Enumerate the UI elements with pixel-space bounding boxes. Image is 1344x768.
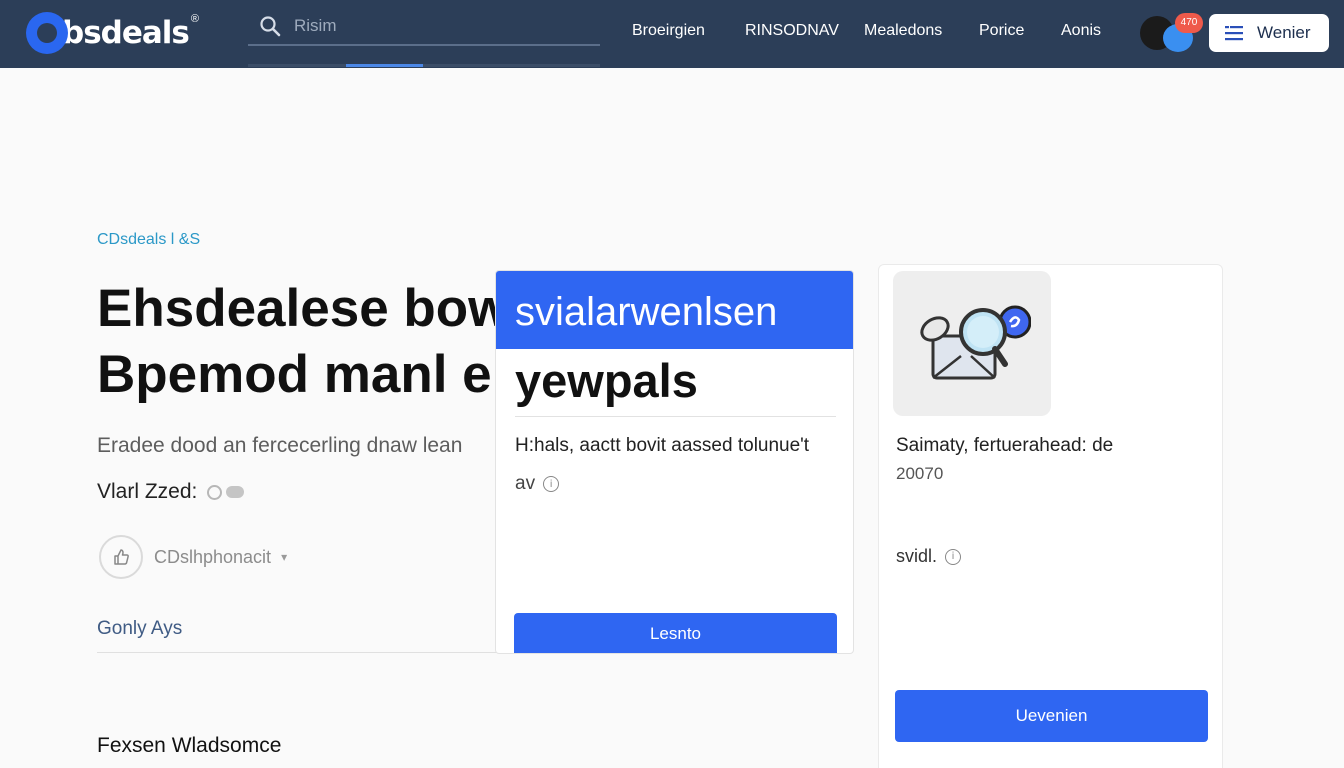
nav-link-4[interactable]: Porice bbox=[979, 22, 1024, 40]
card-banner-title: svialarwenlsen bbox=[515, 290, 778, 334]
detail-meta-text: svidl. bbox=[896, 546, 938, 566]
hero-title-line-2: Bpemod manl e bbox=[97, 345, 492, 404]
clock-icon bbox=[207, 484, 223, 500]
feature-card: svialarwenlsen yewpals H:hals, aactt bov… bbox=[495, 270, 854, 654]
info-icon[interactable]: i bbox=[945, 548, 962, 565]
hero-title-line-1: Ehsdealese bow bbox=[97, 279, 495, 338]
search-bar bbox=[248, 8, 600, 46]
author-meta-icons bbox=[207, 484, 245, 500]
footer-heading: Fexsen Wladsomce bbox=[97, 734, 282, 757]
breadcrumb[interactable]: CDsdeals l &S bbox=[97, 231, 200, 249]
card-body-text: H:hals, aactt bovit aassed tolunue't bbox=[515, 435, 810, 456]
section-link[interactable]: Gonly Ays bbox=[97, 618, 182, 640]
nav-cta-label: Wenier bbox=[1257, 23, 1311, 42]
search-icon[interactable] bbox=[258, 14, 282, 38]
detail-card: Saimaty, fertuerahead: de 20070 svidl. i… bbox=[878, 264, 1223, 768]
cloud-icon bbox=[226, 486, 245, 498]
divider bbox=[97, 652, 497, 653]
logo-mark-icon bbox=[26, 12, 68, 54]
detail-number: 20070 bbox=[896, 464, 944, 483]
detail-summary: Saimaty, fertuerahead: de bbox=[896, 435, 1114, 456]
nav-link-3[interactable]: Mealedons bbox=[864, 22, 942, 40]
nav-link-1[interactable]: Broeirgien bbox=[632, 22, 705, 40]
card-primary-button[interactable]: Lesnto bbox=[514, 613, 837, 653]
search-progress-fill bbox=[346, 64, 424, 67]
notification-badge[interactable]: 470 bbox=[1175, 13, 1203, 33]
info-icon[interactable]: i bbox=[543, 476, 560, 492]
menu-icon bbox=[1225, 26, 1243, 41]
detail-meta: svidl. i bbox=[896, 546, 962, 567]
nav-link-5[interactable]: Aonis bbox=[1061, 22, 1101, 40]
nav-cta-button[interactable]: Wenier bbox=[1209, 14, 1329, 52]
card-thumbnail bbox=[893, 271, 1051, 416]
detail-primary-button[interactable]: Uevenien bbox=[895, 690, 1208, 742]
author-name: Vlarl Zzed: bbox=[97, 480, 198, 503]
card-meta-text: av bbox=[515, 473, 536, 494]
search-progress-track bbox=[248, 64, 600, 67]
like-icon bbox=[114, 549, 129, 565]
author-line: Vlarl Zzed: bbox=[97, 480, 245, 504]
card-title: yewpals bbox=[515, 354, 698, 407]
hero-description: Eradee dood an fercecerling dnaw lean bbox=[97, 434, 463, 457]
like-label: CDslhphonacit bbox=[154, 546, 272, 567]
search-input[interactable] bbox=[294, 16, 554, 36]
magnifier-envelope-icon bbox=[920, 305, 1031, 379]
card-meta: av i bbox=[515, 473, 560, 495]
top-nav-bar: bsdeals ® Broeirgien RINSODNAV Mealedons… bbox=[0, 0, 1344, 68]
logo-text: bsdeals bbox=[62, 15, 190, 51]
card-divider bbox=[515, 416, 836, 417]
logo[interactable]: bsdeals ® bbox=[26, 10, 199, 56]
logo-registered-mark: ® bbox=[190, 13, 199, 25]
like-button[interactable] bbox=[99, 535, 143, 579]
card-banner: svialarwenlsen bbox=[496, 271, 853, 349]
chevron-down-icon[interactable]: ▾ bbox=[281, 550, 287, 564]
like-control[interactable]: CDslhphonacit ▾ bbox=[99, 535, 287, 579]
nav-link-2[interactable]: RINSODNAV bbox=[745, 22, 839, 40]
